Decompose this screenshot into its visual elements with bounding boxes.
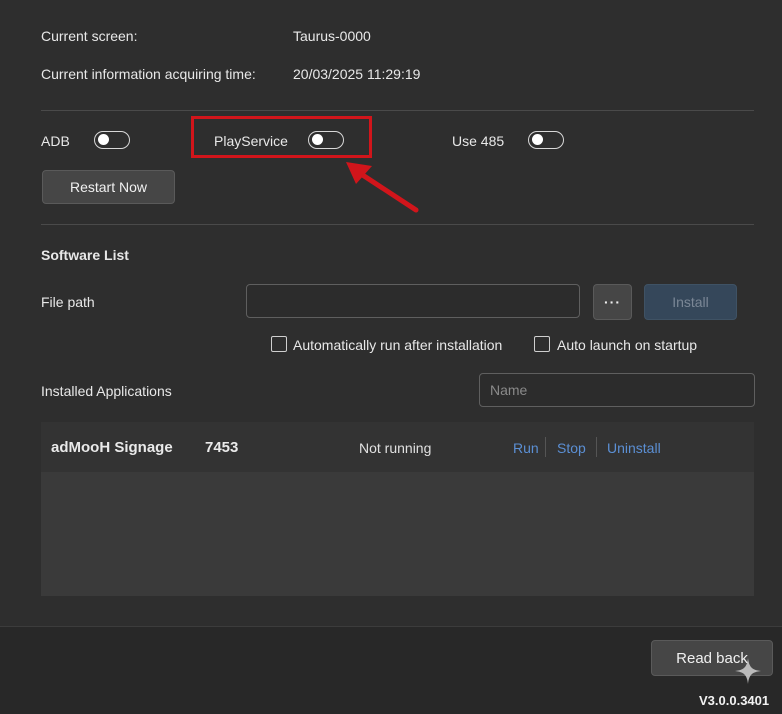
auto-run-checkbox[interactable] <box>271 336 287 352</box>
version-label: V3.0.0.3401 <box>699 693 770 708</box>
app-search-input[interactable] <box>479 373 755 407</box>
link-separator <box>545 437 546 457</box>
adb-toggle-knob <box>98 134 109 145</box>
app-run-link[interactable]: Run <box>513 440 539 456</box>
app-stop-link[interactable]: Stop <box>557 440 586 456</box>
auto-launch-checkbox[interactable] <box>534 336 550 352</box>
play-service-label: PlayService <box>214 133 288 149</box>
use485-toggle-knob <box>532 134 543 145</box>
divider <box>41 110 754 111</box>
file-path-input[interactable] <box>246 284 580 318</box>
app-uninstall-link[interactable]: Uninstall <box>607 440 661 456</box>
sparkle-icon <box>735 658 761 684</box>
install-button[interactable]: Install <box>644 284 737 320</box>
app-status: Not running <box>359 440 432 456</box>
auto-launch-label: Auto launch on startup <box>557 337 698 353</box>
arrow-annotation-icon <box>346 162 419 213</box>
use485-label: Use 485 <box>452 133 505 149</box>
play-service-toggle[interactable] <box>308 131 344 149</box>
app-name: adMooH Signage <box>51 439 173 456</box>
restart-now-button[interactable]: Restart Now <box>42 170 175 204</box>
use485-toggle[interactable] <box>528 131 564 149</box>
browse-button[interactable]: ··· <box>593 284 632 320</box>
divider <box>41 224 754 225</box>
app-version: 7453 <box>205 439 239 456</box>
app-list-empty-area <box>41 472 754 596</box>
acquire-time-label: Current information acquiring time: <box>41 66 256 82</box>
file-path-label: File path <box>41 294 95 310</box>
play-service-toggle-knob <box>312 134 323 145</box>
acquire-time-value: 20/03/2025 11:29:19 <box>293 66 421 82</box>
adb-label: ADB <box>41 133 70 149</box>
installed-applications-label: Installed Applications <box>41 383 172 399</box>
software-list-title: Software List <box>41 247 129 263</box>
current-screen-label: Current screen: <box>41 28 138 44</box>
auto-run-label: Automatically run after installation <box>293 337 503 353</box>
app-table-row: adMooH Signage 7453 Not running Run Stop… <box>41 422 754 472</box>
current-screen-value: Taurus-0000 <box>293 28 371 44</box>
adb-toggle[interactable] <box>94 131 130 149</box>
link-separator <box>596 437 597 457</box>
